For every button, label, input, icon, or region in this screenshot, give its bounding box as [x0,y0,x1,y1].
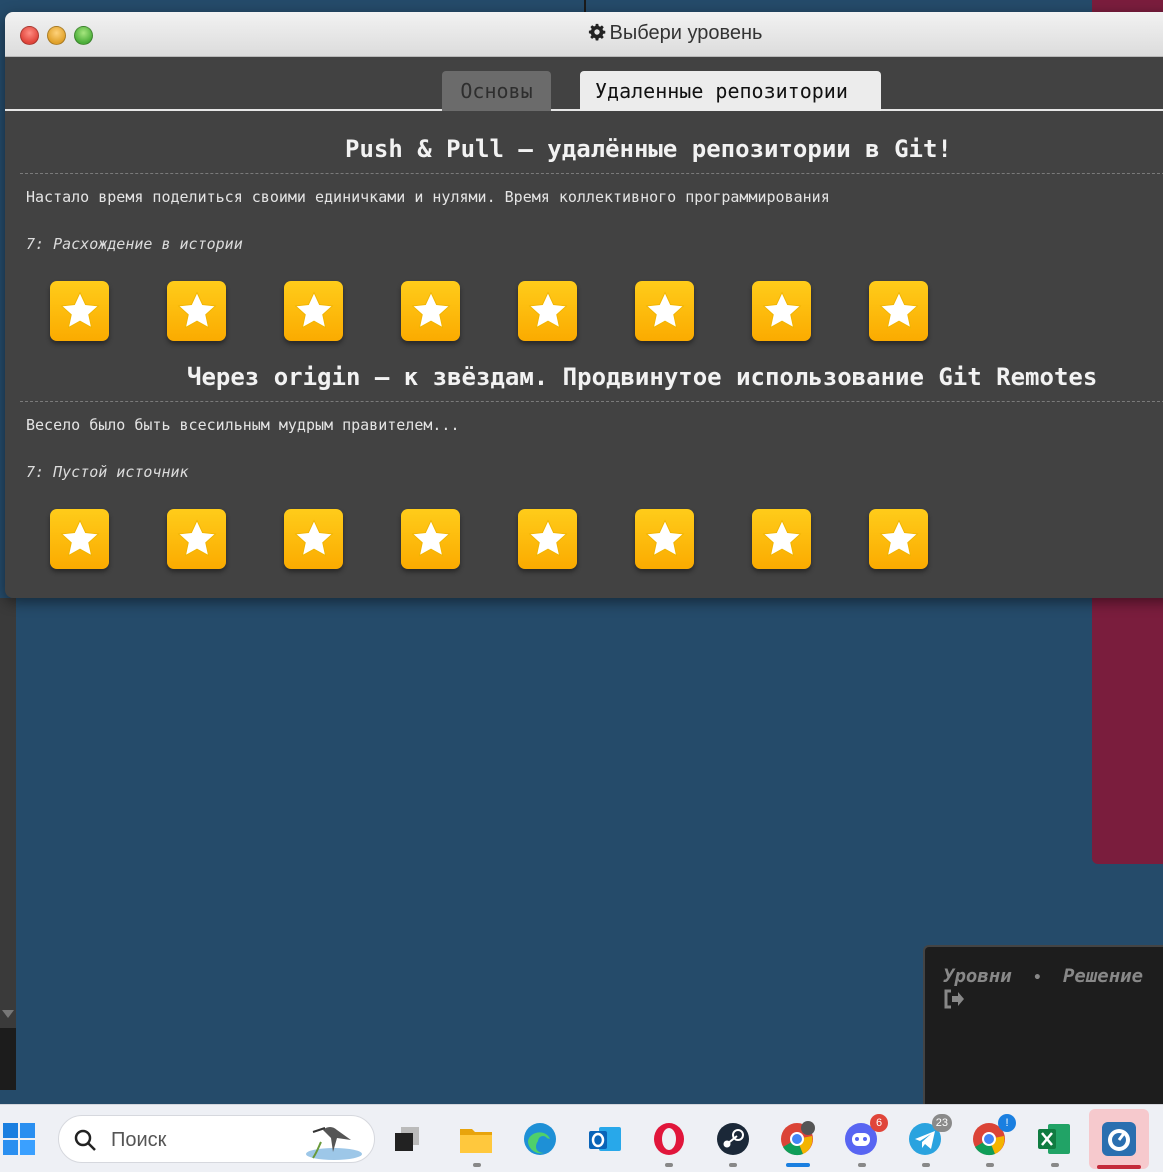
level-button-5[interactable] [518,509,577,569]
level-name: 7: Пустой источник [26,463,189,481]
levels-link[interactable]: Уровни [943,965,1012,987]
command-panel: Уровни • Решение [923,945,1163,1105]
level-name: 7: Расхождение в истории [26,235,243,253]
sign-out-icon[interactable] [943,989,965,1009]
link-separator: • [1033,970,1042,986]
star-icon [411,291,450,329]
star-icon [294,291,333,329]
section-divider [20,173,1163,174]
star-icon [645,291,684,329]
level-button-2[interactable] [167,281,226,341]
star-icon [411,519,450,557]
tab-basics[interactable]: Основы [442,71,551,111]
telegram-icon[interactable]: 23 [906,1114,952,1158]
level-button-6[interactable] [635,509,694,569]
app-icon[interactable] [1100,1120,1138,1158]
running-indicator [729,1163,737,1167]
level-button-4[interactable] [401,281,460,341]
level-select-dialog: Выбери уровень Основы Удаленные репозито… [5,12,1163,598]
windows-start-icon[interactable] [0,1120,38,1158]
taskbar-search[interactable]: Поиск [58,1115,375,1163]
level-button-1[interactable] [50,281,109,341]
active-indicator [786,1163,810,1167]
tab-remote-repositories[interactable]: Удаленные репозитории [580,71,881,111]
level-button-4[interactable] [401,509,460,569]
excel-icon[interactable] [1035,1120,1073,1158]
level-button-8[interactable] [869,509,928,569]
task-view-icon[interactable] [388,1120,426,1158]
section-title-origin: Через origin – к звёздам. Продвинутое ис… [187,363,1098,391]
level-button-3[interactable] [284,281,343,341]
edge-icon[interactable] [521,1120,559,1158]
running-indicator [665,1163,673,1167]
notification-badge: 6 [870,1114,888,1132]
level-buttons-row-2 [50,509,928,569]
window-title-text: Выбери уровень [609,22,763,44]
star-icon [645,519,684,557]
search-placeholder: Поиск [111,1129,167,1151]
taskbar: Поиск 6 23 ! [0,1104,1163,1172]
solution-link[interactable]: Решение [1063,965,1143,987]
search-highlight-heron-icon [306,1127,362,1160]
level-button-6[interactable] [635,281,694,341]
level-button-8[interactable] [869,281,928,341]
level-button-7[interactable] [752,509,811,569]
star-icon [762,519,801,557]
notification-badge: ! [998,1114,1016,1132]
running-indicator [986,1163,994,1167]
section-description: Весело было быть всесильным мудрым прави… [26,416,460,434]
level-button-1[interactable] [50,509,109,569]
scroll-down-icon[interactable] [2,1010,14,1018]
running-indicator [858,1163,866,1167]
chrome-icon[interactable] [778,1120,816,1158]
chrome-icon[interactable]: ! [970,1114,1016,1158]
star-icon [60,291,99,329]
level-button-5[interactable] [518,281,577,341]
star-icon [294,519,333,557]
tab-bar: Основы Удаленные репозитории [5,57,1163,111]
star-icon [528,291,567,329]
steam-icon[interactable] [714,1120,752,1158]
search-icon [74,1129,96,1151]
star-icon [879,291,918,329]
star-icon [60,519,99,557]
background-scrollbar[interactable] [0,598,16,1090]
section-divider [20,401,1163,402]
star-icon [528,519,567,557]
level-buttons-row-1 [50,281,928,341]
level-button-3[interactable] [284,509,343,569]
file-explorer-icon[interactable] [457,1120,495,1158]
star-icon [879,519,918,557]
section-description: Настало время поделиться своими единичка… [26,188,830,206]
running-indicator [922,1163,930,1167]
star-icon [762,291,801,329]
outlook-icon[interactable] [586,1120,624,1158]
section-title-push-pull: Push & Pull – удалённые репозитории в Gi… [345,135,952,163]
background-left-panel [0,1028,16,1090]
window-titlebar[interactable]: Выбери уровень [5,12,1163,57]
star-icon [177,519,216,557]
level-button-2[interactable] [167,509,226,569]
running-indicator [1051,1163,1059,1167]
notification-badge: 23 [931,1114,952,1132]
star-icon [177,291,216,329]
level-button-7[interactable] [752,281,811,341]
active-indicator [1097,1165,1141,1169]
gear-icon [588,23,605,41]
opera-icon[interactable] [650,1120,688,1158]
discord-icon[interactable]: 6 [842,1114,888,1158]
running-indicator [473,1163,481,1167]
window-title: Выбери уровень [5,22,1163,45]
